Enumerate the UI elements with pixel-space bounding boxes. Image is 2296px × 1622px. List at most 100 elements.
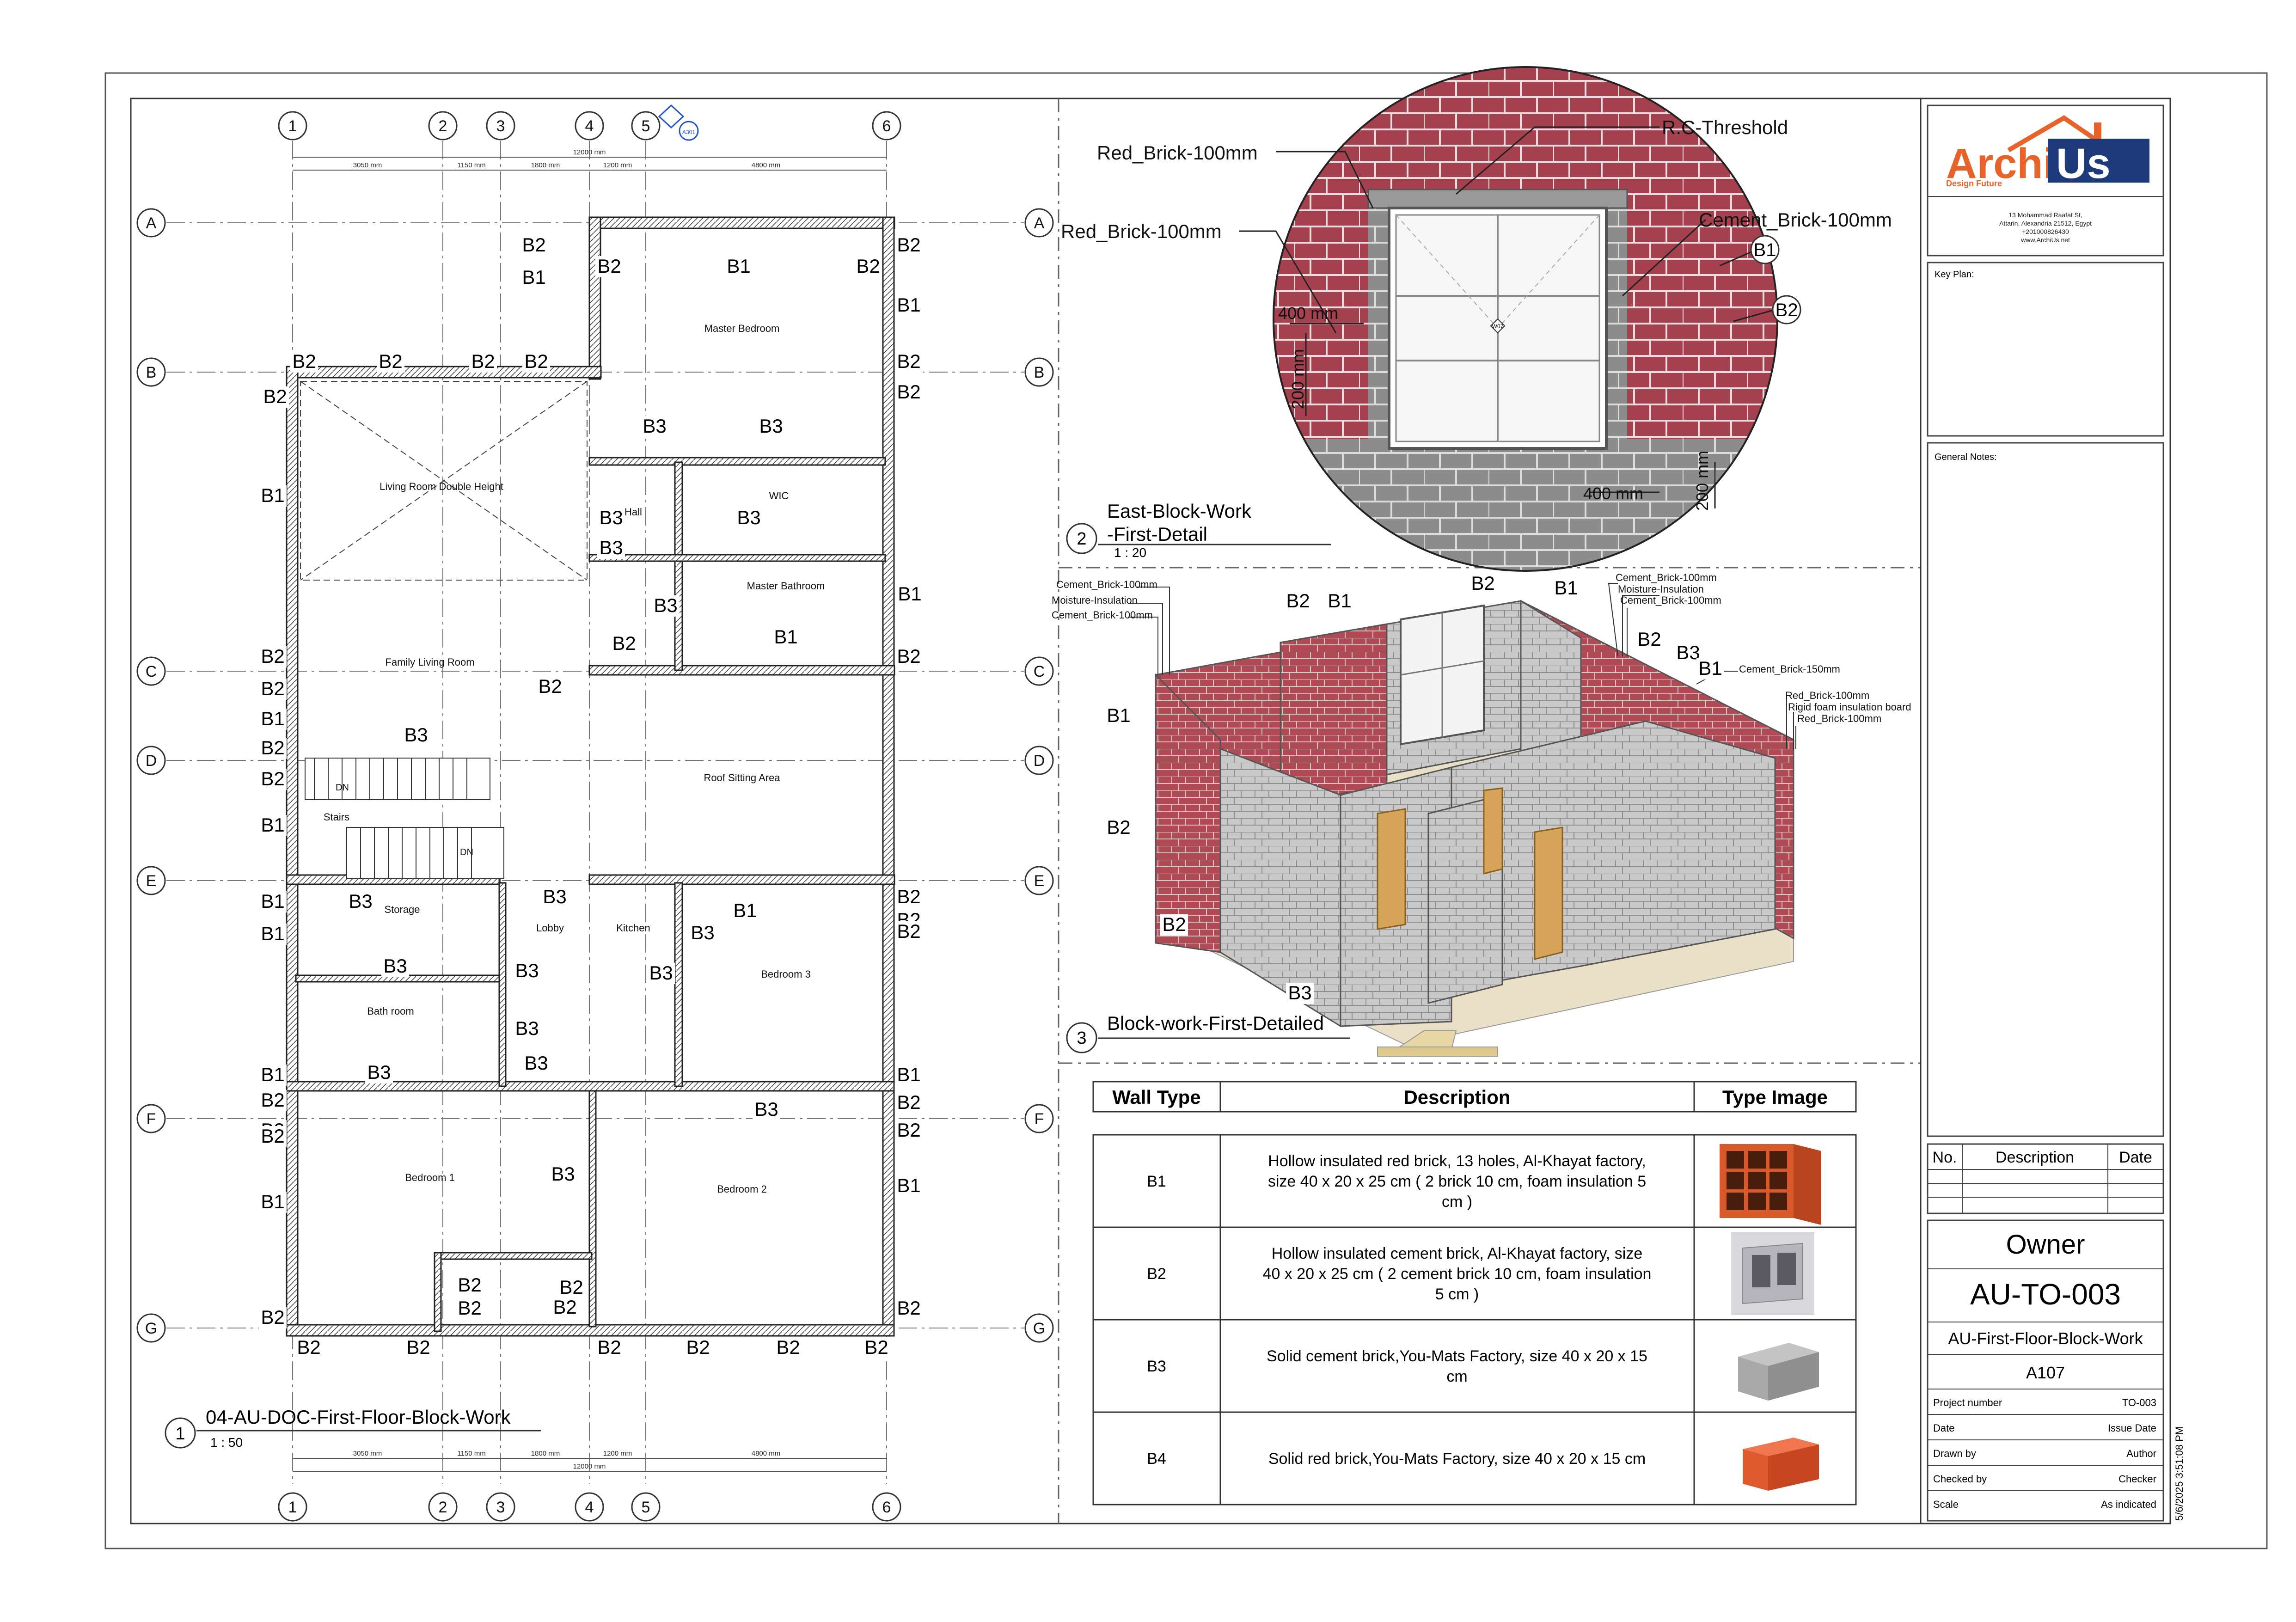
iso-callout-left-1: Cement_Brick-100mm bbox=[1056, 579, 1157, 590]
plan-view-number: 1 bbox=[175, 1424, 185, 1444]
info-scale-value: As indicated bbox=[2101, 1499, 2156, 1510]
plan-wall-tag-12: B2 bbox=[897, 381, 920, 403]
label-cement-brick: Cement_Brick-100mm bbox=[1699, 209, 1892, 231]
plan-wall-tag-3: B2 bbox=[856, 255, 880, 277]
info-checked-by-value: Checker bbox=[2118, 1473, 2156, 1485]
wall-type-table: Wall Type Description Type Image B1 B2 B… bbox=[1092, 1081, 1857, 1506]
dim-400-top: 400 mm bbox=[1278, 304, 1338, 323]
iso-wall-tag-1: B1 bbox=[1328, 590, 1351, 612]
dim-bottom-4: 1200 mm bbox=[603, 1450, 632, 1457]
plan-wall-tag-53: B2 bbox=[897, 1119, 920, 1141]
label-red-brick-1: Red_Brick-100mm bbox=[1097, 142, 1258, 164]
room-wic: WIC bbox=[769, 490, 789, 502]
plan-view-scale: 1 : 50 bbox=[210, 1435, 243, 1450]
dim-bottom-3: 1800 mm bbox=[531, 1450, 560, 1457]
dim-top-3: 1800 mm bbox=[531, 161, 560, 169]
plan-wall-tag-55: B2 bbox=[261, 1125, 284, 1147]
plan-wall-tag-65: B2 bbox=[297, 1336, 320, 1358]
address-line-1: 13 Mohammad Raafat St, bbox=[2008, 211, 2082, 219]
plan-wall-tag-11: B2 bbox=[897, 350, 920, 372]
plan-wall-tag-64: B2 bbox=[897, 1297, 920, 1319]
key-plan-label: Key Plan: bbox=[1935, 269, 1974, 280]
dim-bottom-1: 3050 mm bbox=[353, 1450, 382, 1457]
grid-col-5-top: 5 bbox=[642, 117, 650, 135]
detail-tag-b2: B2 bbox=[1776, 300, 1798, 320]
plan-wall-tag-24: B2 bbox=[897, 645, 920, 667]
address-line-4: www.ArchiUs.net bbox=[2020, 236, 2070, 244]
row-b1-type: B1 bbox=[1147, 1173, 1166, 1190]
plan-wall-tag-70: B2 bbox=[864, 1336, 888, 1358]
plan-wall-tag-15: B3 bbox=[643, 415, 666, 437]
plan-wall-tag-67: B2 bbox=[597, 1336, 621, 1358]
hollow-red-brick-image bbox=[1720, 1144, 1821, 1225]
dim-200-right: 200 mm bbox=[1693, 451, 1712, 511]
label-rc-threshold: R.C-Threshold bbox=[1662, 116, 1788, 138]
info-date-value: Issue Date bbox=[2108, 1422, 2156, 1434]
iso-callout-cement150: Cement_Brick-150mm bbox=[1739, 663, 1840, 675]
grid-col-1-bottom: 1 bbox=[288, 1499, 297, 1516]
grid-row-d-right: D bbox=[1034, 752, 1045, 770]
iso-wall-tag-10: B3 bbox=[1288, 982, 1311, 1004]
plan-wall-tag-5: B2 bbox=[897, 234, 920, 256]
plan-wall-tag-40: B1 bbox=[261, 923, 284, 944]
plan-wall-tag-26: B2 bbox=[261, 645, 284, 667]
plan-wall-tag-42: B3 bbox=[383, 955, 407, 977]
room-hall: Hall bbox=[625, 506, 642, 518]
plan-wall-tag-51: B1 bbox=[897, 1064, 920, 1085]
plan-wall-tag-19: B3 bbox=[737, 507, 760, 528]
logo-text-us: Us bbox=[2056, 140, 2111, 187]
iso-callout-left-2: Moisture-Insulation bbox=[1052, 594, 1138, 606]
plan-wall-tag-68: B2 bbox=[686, 1336, 710, 1358]
iso-wall-tag-4: B2 bbox=[1637, 628, 1661, 650]
detail-view-title-1: East-Block-Work bbox=[1107, 500, 1252, 522]
dim-200-left: 200 mm bbox=[1288, 349, 1307, 409]
grid-col-3-bottom: 3 bbox=[496, 1499, 505, 1516]
plan-wall-tag-33: B3 bbox=[543, 886, 566, 907]
grid-row-f-right: F bbox=[1035, 1110, 1044, 1128]
plan-wall-tag-44: B3 bbox=[649, 962, 673, 984]
room-master-bedroom: Master Bedroom bbox=[704, 323, 780, 334]
iso-wall-tag-5: B3 bbox=[1676, 642, 1700, 663]
address-line-3: +201000826430 bbox=[2022, 228, 2069, 235]
room-storage: Storage bbox=[384, 904, 420, 915]
row-b4-description: Solid red brick,You-Mats Factory, size 4… bbox=[1268, 1450, 1646, 1468]
plan-wall-tag-45: B3 bbox=[515, 1017, 539, 1039]
grid-col-2-bottom: 2 bbox=[439, 1499, 447, 1516]
info-drawn-by-value: Author bbox=[2126, 1448, 2156, 1459]
plan-wall-tag-21: B1 bbox=[898, 583, 921, 605]
sheet-name: AU-First-Floor-Block-Work bbox=[1948, 1329, 2143, 1348]
plan-wall-tag-38: B3 bbox=[349, 890, 372, 912]
room-kitchen: Kitchen bbox=[616, 922, 650, 934]
room-roof-sitting: Roof Sitting Area bbox=[704, 772, 780, 783]
plan-wall-tag-62: B2 bbox=[553, 1296, 576, 1318]
dim-400-bottom: 400 mm bbox=[1583, 484, 1643, 503]
owner-label: Owner bbox=[2006, 1230, 2085, 1260]
window-tag: W07 bbox=[1492, 323, 1504, 330]
plan-wall-tag-18: B3 bbox=[599, 537, 623, 558]
header-wall-type: Wall Type bbox=[1112, 1086, 1200, 1108]
hollow-cement-brick-image bbox=[1731, 1232, 1814, 1315]
overall-dim-top: 12000 mm bbox=[573, 148, 606, 156]
iso-wall-tag-8: B2 bbox=[1107, 816, 1130, 838]
grid-row-e-left: E bbox=[146, 872, 157, 890]
iso-callout-red-2: Red_Brick-100mm bbox=[1797, 713, 1881, 724]
detail-view-scale: 1 : 20 bbox=[1114, 545, 1146, 560]
plan-wall-tag-8: B2 bbox=[379, 350, 402, 372]
plan-wall-tag-13: B2 bbox=[263, 386, 287, 407]
plan-wall-tag-4: B1 bbox=[727, 255, 750, 277]
plan-wall-tag-32: B3 bbox=[404, 724, 428, 746]
grid-row-c-left: C bbox=[146, 663, 157, 680]
plan-wall-tag-47: B3 bbox=[367, 1061, 391, 1083]
plan-wall-tag-59: B2 bbox=[559, 1276, 583, 1298]
grid-row-g-left: G bbox=[145, 1320, 157, 1337]
plan-wall-tag-34: B2 bbox=[897, 886, 920, 907]
isometric-view: Cement_Brick-100mm Moisture-Insulation C… bbox=[1052, 572, 1911, 1057]
iso-view-number: 3 bbox=[1077, 1028, 1086, 1048]
plan-wall-tag-58: B1 bbox=[261, 1191, 284, 1212]
project-code: AU-TO-003 bbox=[1970, 1278, 2121, 1311]
plan-wall-tag-60: B2 bbox=[458, 1274, 481, 1296]
info-scale-label: Scale bbox=[1933, 1499, 1959, 1510]
plan-wall-tag-61: B2 bbox=[458, 1297, 481, 1319]
iso-wall-tag-2: B2 bbox=[1471, 572, 1494, 594]
section-mark-label: A301 bbox=[682, 129, 695, 135]
